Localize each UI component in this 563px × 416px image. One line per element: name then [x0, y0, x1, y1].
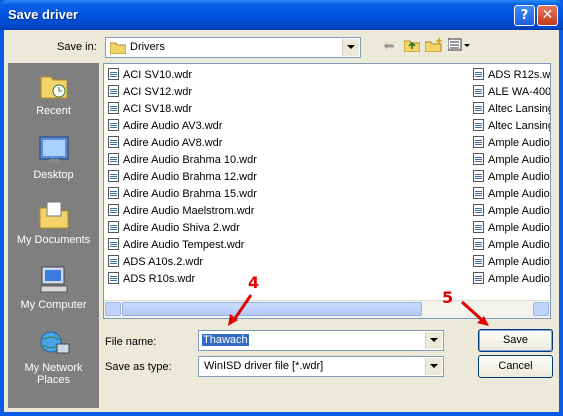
title-bar[interactable]: Save driver ? ✕	[0, 0, 563, 30]
annotation-step-5: 5	[442, 288, 454, 307]
annotation-step-4: 4	[248, 273, 260, 292]
close-button[interactable]: ✕	[537, 5, 558, 26]
dialog-body: Save in: Drivers ⬅ Recent Desktop My Doc…	[4, 30, 559, 412]
save-driver-dialog: Save driver ? ✕ Save in: Drivers ⬅ Recen…	[0, 0, 563, 416]
window-title: Save driver	[8, 7, 79, 22]
annotation-arrows	[228, 294, 489, 326]
help-button[interactable]: ?	[514, 5, 535, 26]
